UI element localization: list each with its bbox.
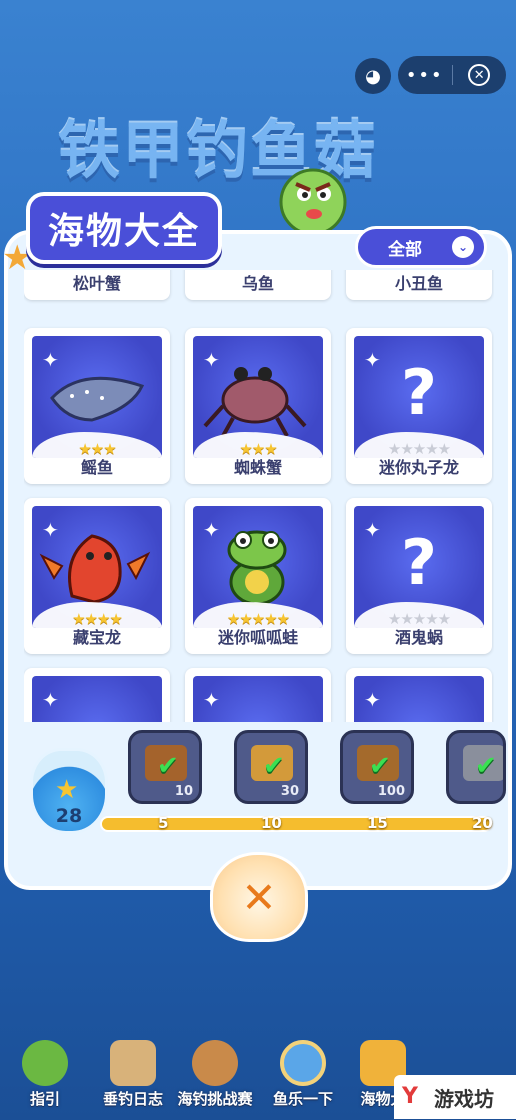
filter-dropdown[interactable]: 全部 ⌄	[355, 226, 487, 268]
creature-name: 迷你丸子龙	[378, 458, 459, 477]
nav-item-fishing-log[interactable]: 垂钓日志	[88, 1030, 178, 1120]
creature-art: ✦ ? ★★★★★	[354, 336, 484, 458]
creature-card[interactable]: ✦ ★★★★★ 迷你呱呱蛙	[185, 498, 331, 654]
mini-program-capsule: ••• ✕	[398, 56, 506, 94]
creature-name: 鳐鱼	[80, 458, 113, 477]
creature-art: ✦	[193, 676, 323, 722]
creature-art: ✦ ★★★	[32, 336, 162, 458]
reward-amount: 10	[174, 784, 193, 799]
reward-chest[interactable]: ✔ 30	[234, 730, 308, 804]
milestone-label: 15	[367, 814, 388, 832]
reward-chest[interactable]: ✔	[446, 730, 506, 804]
nav-label: 指引	[29, 1090, 60, 1108]
nav-item-challenge[interactable]: 海钓挑战赛	[170, 1030, 260, 1120]
creature-card[interactable]: 乌鱼	[185, 270, 331, 300]
creature-card[interactable]: ✦ ★★★ 蜘蛛蟹	[185, 328, 331, 484]
creature-art: ✦ ? ★★★★★	[354, 506, 484, 628]
creature-name: 蜘蛛蟹	[233, 458, 282, 477]
creature-art: ✦	[32, 676, 162, 722]
reward-chest[interactable]: ✔ 10	[128, 730, 202, 804]
nav-label: 海钓挑战赛	[177, 1090, 253, 1108]
nav-item-wheel[interactable]: 鱼乐一下	[258, 1030, 348, 1120]
star-icon: ★	[55, 775, 79, 805]
reward-amount: 30	[280, 784, 299, 799]
creature-art: ✦ ★★★	[193, 336, 323, 458]
collected-count: 28	[55, 805, 83, 827]
milestone-label: 10	[261, 814, 282, 832]
more-button[interactable]: •••	[398, 65, 452, 86]
unknown-icon: ?	[401, 356, 437, 429]
creature-art: ✦ ★★★★★	[193, 506, 323, 628]
creature-name: 酒鬼蜗	[394, 628, 443, 647]
creature-name: 迷你呱呱蛙	[217, 628, 298, 647]
chevron-down-icon: ⌄	[452, 236, 474, 258]
creature-name: 藏宝龙	[72, 628, 121, 647]
sparkle-icon: ✦	[203, 688, 220, 712]
filter-label: 全部	[388, 239, 422, 260]
check-icon: ✔	[157, 751, 179, 781]
creature-card[interactable]: ✦	[24, 668, 170, 722]
sparkle-icon: ✦	[364, 688, 381, 712]
unknown-icon: ?	[401, 526, 437, 599]
creature-card[interactable]: 松叶蟹	[24, 270, 170, 300]
creature-card[interactable]: ✦ ? ★★★★★ 迷你丸子龙	[346, 328, 492, 484]
panel-title: 海物大全	[26, 192, 223, 264]
milestone-label: 5	[158, 814, 169, 832]
watermark-text: 游戏坊	[434, 1086, 494, 1111]
nav-label: 鱼乐一下	[272, 1090, 333, 1108]
creature-card[interactable]: ✦ ★★★★ 藏宝龙	[24, 498, 170, 654]
close-icon: ✕	[241, 873, 277, 922]
challenge-icon	[192, 1040, 238, 1086]
reward-amount: 100	[377, 784, 405, 799]
frog-guide-icon	[22, 1040, 68, 1086]
reward-chest[interactable]: ✔ 100	[340, 730, 414, 804]
wheel-icon	[280, 1040, 326, 1086]
capsule-close-button[interactable]: ✕	[453, 64, 507, 86]
close-panel-button[interactable]: ✕	[210, 852, 308, 942]
creature-card[interactable]: ✦ ★★★ 鳐鱼	[24, 328, 170, 484]
milestone-label: 20	[472, 814, 493, 832]
creature-card[interactable]: ✦	[346, 668, 492, 722]
creature-name: 乌鱼	[241, 274, 274, 293]
creature-card[interactable]: 小丑鱼	[346, 270, 492, 300]
creature-art: ✦ ★★★★	[32, 506, 162, 628]
nav-item-guide[interactable]: 指引	[0, 1030, 90, 1120]
game-controller-icon[interactable]: ◕	[355, 58, 391, 94]
check-icon: ✔	[369, 751, 391, 781]
creature-grid[interactable]: 松叶蟹 乌鱼 小丑鱼 ✦ ★★★ 鳐鱼 ✦ ★★★ 蜘蛛蟹 ✦ ? ★★★★★ …	[24, 270, 494, 722]
creature-name: 小丑鱼	[394, 274, 443, 293]
watermark: Y 游戏坊	[394, 1075, 516, 1119]
creature-name: 松叶蟹	[72, 274, 121, 293]
sparkle-icon: ✦	[42, 688, 59, 712]
check-icon: ✔	[475, 751, 497, 781]
creature-art: ✦	[354, 676, 484, 722]
collection-jar: ★ 28	[30, 748, 108, 834]
check-icon: ✔	[263, 751, 285, 781]
pufferfish-icon	[279, 168, 347, 236]
watermark-logo-icon: Y	[402, 1084, 418, 1109]
creature-card[interactable]: ✦	[185, 668, 331, 722]
nav-label: 垂钓日志	[102, 1090, 163, 1108]
fishing-log-icon	[110, 1040, 156, 1086]
close-icon: ✕	[468, 64, 491, 86]
creature-card[interactable]: ✦ ? ★★★★★ 酒鬼蜗	[346, 498, 492, 654]
